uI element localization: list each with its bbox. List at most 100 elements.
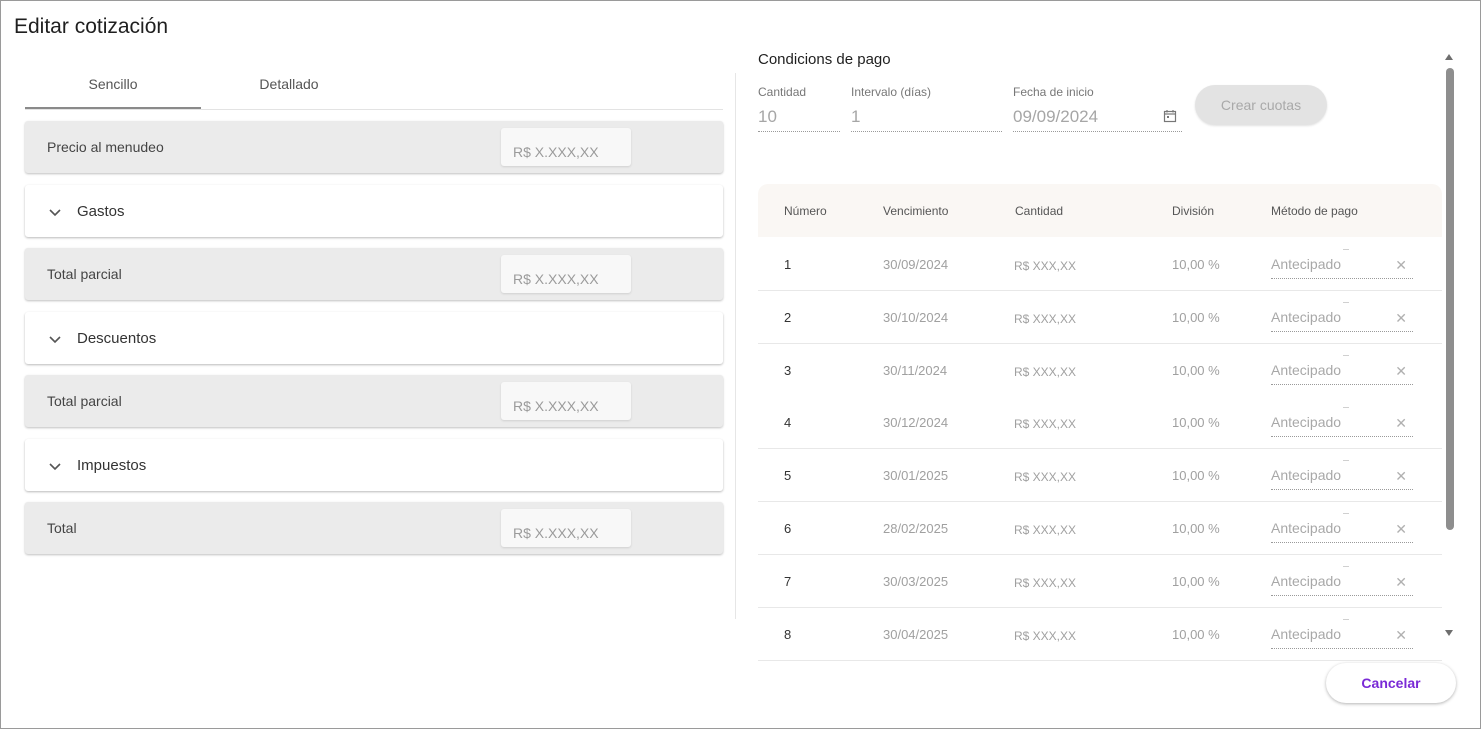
subtotal-input-1[interactable]: R$ X.XXX,XX — [501, 255, 631, 293]
retail-price-row: Precio al menudeo R$ X.XXX,XX — [25, 121, 723, 173]
installment-split: 10,00 % — [1172, 415, 1220, 431]
subtotal-input-2[interactable]: R$ X.XXX,XX — [501, 382, 631, 420]
column-header-method: Método de pago — [1271, 204, 1358, 218]
installment-split: 10,00 % — [1172, 573, 1220, 589]
scroll-down-arrow-icon[interactable] — [1445, 630, 1453, 636]
payment-method-value: Antecipado — [1271, 308, 1342, 325]
column-header-amount: Cantidad — [1015, 204, 1064, 218]
column-header-split: División — [1172, 204, 1215, 218]
close-icon[interactable]: ✕ — [1395, 363, 1407, 380]
installment-number: 5 — [784, 468, 792, 484]
start-date-underline — [1013, 131, 1182, 132]
installment-amount: R$ XXX,XX — [1014, 628, 1077, 643]
total-input[interactable]: R$ X.XXX,XX — [501, 509, 631, 547]
select-tick — [1343, 618, 1349, 620]
start-date-label: Fecha de inicio — [1013, 85, 1094, 99]
payment-method-value: Antecipado — [1271, 625, 1342, 642]
start-date-value: 09/09/2024 — [1013, 107, 1099, 126]
edit-quote-dialog: Editar cotización Sencillo Detallado Pre… — [0, 0, 1481, 729]
payment-method-select[interactable]: Antecipado ✕ — [1271, 354, 1413, 385]
expenses-label: Gastos — [77, 203, 125, 220]
start-date-field[interactable]: Fecha de inicio 09/09/2024 — [1013, 85, 1182, 132]
table-row: 6 28/02/2025 R$ XXX,XX 10,00 % Antecipado ✕ — [758, 502, 1442, 555]
subtotal-row-2: Total parcial R$ X.XXX,XX — [25, 375, 723, 427]
installment-due-date: 30/03/2025 — [883, 573, 949, 589]
payment-method-value: Antecipado — [1271, 256, 1342, 272]
installment-number: 7 — [784, 573, 792, 589]
installment-due-date: 28/02/2025 — [883, 521, 949, 536]
expenses-accordion[interactable]: Gastos — [25, 185, 723, 237]
quantity-underline — [758, 131, 840, 132]
installment-amount: R$ XXX,XX — [1014, 575, 1077, 590]
tab-sencillo[interactable]: Sencillo — [25, 63, 201, 109]
close-icon[interactable]: ✕ — [1395, 415, 1407, 432]
create-installments-button[interactable]: Crear cuotas — [1195, 85, 1327, 125]
select-tick — [1343, 354, 1349, 356]
installment-amount: R$ XXX,XX — [1014, 470, 1077, 485]
installment-amount: R$ XXX,XX — [1014, 311, 1077, 326]
payment-method-select[interactable]: Antecipado ✕ — [1271, 618, 1413, 649]
close-icon[interactable]: ✕ — [1395, 574, 1407, 591]
installment-split: 10,00 % — [1172, 362, 1220, 378]
installment-due-date: 30/11/2024 — [883, 362, 948, 378]
payment-method-select[interactable]: Antecipado ✕ — [1271, 249, 1413, 279]
close-icon[interactable]: ✕ — [1395, 310, 1407, 327]
table-row: 5 30/01/2025 R$ XXX,XX 10,00 % Antecipado ✕ — [758, 449, 1442, 503]
payment-method-select[interactable]: Antecipado ✕ — [1271, 301, 1413, 332]
installment-amount: R$ XXX,XX — [1014, 523, 1077, 537]
close-icon[interactable]: ✕ — [1395, 468, 1407, 485]
column-header-due: Vencimiento — [883, 204, 949, 218]
payment-method-value: Antecipado — [1271, 467, 1342, 484]
installment-number: 3 — [784, 362, 792, 378]
installment-split: 10,00 % — [1172, 626, 1220, 642]
subtotal-label-2: Total parcial — [47, 393, 122, 409]
installment-amount: R$ XXX,XX — [1014, 417, 1077, 432]
chevron-down-icon — [49, 463, 61, 471]
interval-field[interactable]: Intervalo (días) 1 — [851, 85, 1002, 132]
tab-bar: Sencillo Detallado — [25, 63, 723, 110]
select-tick — [1343, 565, 1349, 567]
installment-amount: R$ XXX,XX — [1014, 364, 1077, 379]
installment-number: 1 — [784, 257, 792, 272]
payment-method-select[interactable]: Antecipado ✕ — [1271, 407, 1413, 438]
installment-amount: R$ XXX,XX — [1014, 259, 1077, 273]
scrollbar-thumb[interactable] — [1446, 68, 1454, 530]
installments-table-header: Número Vencimiento Cantidad División Mét… — [758, 184, 1442, 237]
subtotal-row-1: Total parcial R$ X.XXX,XX — [25, 248, 723, 300]
chevron-down-icon — [49, 336, 61, 344]
payment-method-select[interactable]: Antecipado ✕ — [1271, 513, 1413, 543]
payment-method-value: Antecipado — [1271, 414, 1342, 431]
tab-detallado[interactable]: Detallado — [201, 63, 377, 108]
interval-label: Intervalo (días) — [851, 85, 932, 99]
payment-terms-title: Condicions de pago — [758, 51, 891, 68]
scroll-up-arrow-icon[interactable] — [1445, 54, 1453, 60]
retail-price-input[interactable]: R$ X.XXX,XX — [501, 128, 631, 166]
installment-due-date: 30/01/2025 — [883, 468, 949, 484]
discounts-accordion[interactable]: Descuentos — [25, 312, 723, 364]
table-row: 1 30/09/2024 R$ XXX,XX 10,00 % Antecipado ✕ — [758, 238, 1442, 291]
retail-price-label: Precio al menudeo — [47, 139, 164, 155]
installment-number: 2 — [784, 309, 792, 325]
payment-method-select[interactable]: Antecipado ✕ — [1271, 460, 1413, 491]
installment-split: 10,00 % — [1172, 468, 1220, 484]
chevron-down-icon — [49, 209, 61, 217]
select-tick — [1343, 301, 1349, 303]
close-icon[interactable]: ✕ — [1395, 521, 1407, 538]
table-row: 8 30/04/2025 R$ XXX,XX 10,00 % Antecipado ✕ — [758, 607, 1442, 661]
panel-divider — [735, 73, 736, 619]
taxes-label: Impuestos — [77, 457, 147, 474]
close-icon[interactable]: ✕ — [1395, 257, 1407, 274]
taxes-accordion[interactable]: Impuestos — [25, 439, 723, 491]
cancel-button[interactable]: Cancelar — [1326, 663, 1456, 703]
close-icon[interactable]: ✕ — [1395, 627, 1407, 644]
payment-method-value: Antecipado — [1271, 520, 1342, 536]
payment-method-select[interactable]: Antecipado ✕ — [1271, 565, 1413, 596]
select-tick — [1343, 460, 1349, 462]
installment-number: 6 — [784, 521, 792, 536]
installment-split: 10,00 % — [1172, 257, 1220, 272]
calendar-icon[interactable] — [1163, 109, 1177, 123]
installment-due-date: 30/10/2024 — [883, 309, 949, 325]
table-row: 7 30/03/2025 R$ XXX,XX 10,00 % Antecipado ✕ — [758, 554, 1442, 608]
dialog-title: Editar cotización — [14, 15, 169, 38]
quantity-field[interactable]: Cantidad 10 — [758, 85, 840, 132]
